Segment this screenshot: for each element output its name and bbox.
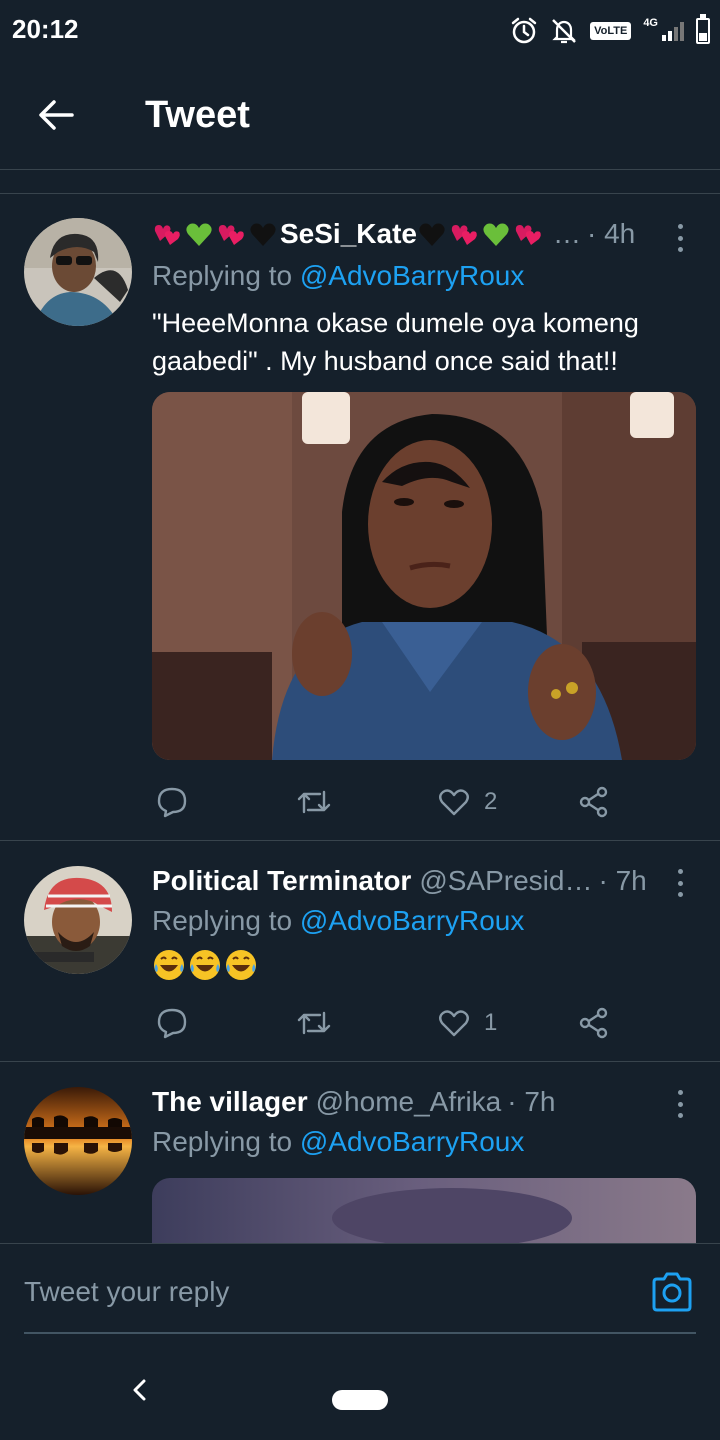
like-icon (439, 789, 469, 816)
tweet-media-image[interactable] (152, 1178, 696, 1243)
tweet-media-image[interactable] (152, 392, 696, 760)
retweet-icon (297, 790, 331, 814)
input-underline (24, 1332, 696, 1334)
retweet-button[interactable] (296, 1003, 332, 1043)
tweet-item[interactable]: The villager @home_Afrika · 7h Replying … (0, 1062, 720, 1243)
replying-to-label: Replying to (152, 1126, 300, 1157)
avatar[interactable] (24, 1087, 132, 1195)
timestamp: · 7h (598, 865, 647, 896)
replying-to: Replying to @AdvoBarryRoux (152, 905, 524, 937)
laughing-emoji (154, 950, 184, 980)
camera-button[interactable] (650, 1272, 694, 1312)
battery-icon (696, 14, 710, 44)
like-count: 2 (484, 788, 498, 815)
signal-icon (662, 21, 684, 41)
mention-link[interactable]: @AdvoBarryRoux (300, 1126, 525, 1157)
tweet-header: The villager @home_Afrika · 7h (152, 1086, 660, 1118)
replying-to: Replying to @AdvoBarryRoux (152, 260, 524, 292)
tweet-item[interactable]: SeSi_Kate … · 4h Replying to @AdvoBarryR… (0, 194, 720, 841)
reply-button[interactable] (156, 1003, 188, 1043)
nav-back-button[interactable] (126, 1376, 154, 1404)
avatar[interactable] (24, 218, 132, 326)
back-arrow-icon (39, 100, 74, 130)
display-name[interactable]: Political Terminator (152, 865, 411, 897)
replying-to-label: Replying to (152, 905, 300, 936)
reply-input[interactable]: Tweet your reply (24, 1276, 229, 1308)
mention-link[interactable]: @AdvoBarryRoux (300, 905, 525, 936)
like-button[interactable]: 2 (438, 782, 497, 822)
name-emoji-decoration (417, 219, 545, 249)
tweet-item[interactable]: Political Terminator @SAPresid… · 7h Rep… (0, 841, 720, 1062)
timestamp: · 4h (586, 218, 636, 249)
reply-icon (157, 787, 187, 818)
nav-back-icon (133, 1379, 146, 1401)
retweet-button[interactable] (296, 782, 332, 822)
camera-icon (652, 1272, 692, 1312)
status-bar: 20:12 VoLTE 4G (0, 0, 720, 60)
share-button[interactable] (578, 1003, 610, 1043)
page-title: Tweet (145, 94, 250, 136)
name-emoji-decoration (152, 219, 280, 249)
share-icon (579, 1007, 608, 1039)
back-button[interactable] (28, 90, 84, 140)
network-type: 4G (643, 17, 658, 29)
laughing-emoji (190, 950, 220, 980)
avatar[interactable] (24, 866, 132, 974)
volte-badge: VoLTE (590, 22, 632, 40)
mention-link[interactable]: @AdvoBarryRoux (300, 260, 525, 291)
reply-composer: Tweet your reply (0, 1243, 720, 1340)
more-icon[interactable] (670, 1086, 690, 1122)
status-icons: VoLTE 4G (510, 14, 710, 48)
top-app-bar: Tweet (0, 60, 720, 170)
handle: … (552, 218, 581, 249)
laughing-emoji (226, 950, 256, 980)
reply-icon (157, 1008, 187, 1039)
tweet-text: "HeeeMonna okase dumele oya komeng gaabe… (152, 308, 639, 376)
share-button[interactable] (578, 782, 610, 822)
replying-to: Replying to @AdvoBarryRoux (152, 1126, 524, 1158)
tweet-actions: 1 (152, 1003, 690, 1043)
like-button[interactable]: 1 (438, 1003, 497, 1043)
status-time: 20:12 (12, 14, 79, 44)
alarm-icon (511, 17, 537, 44)
more-icon[interactable] (670, 220, 690, 256)
tweet-header: SeSi_Kate … · 4h (152, 218, 660, 250)
tweet-header: Political Terminator @SAPresid… · 7h (152, 865, 660, 897)
timestamp: · 7h (507, 1086, 556, 1117)
tweet-text: 😂😂😂 (152, 947, 260, 983)
like-count: 1 (484, 1009, 498, 1036)
share-icon (579, 786, 608, 818)
bell-off-icon (552, 19, 576, 44)
like-icon (439, 1010, 469, 1037)
display-name[interactable]: SeSi_Kate (280, 218, 417, 250)
more-icon[interactable] (670, 865, 690, 901)
tweet-actions: 2 (152, 782, 690, 822)
retweet-icon (297, 1011, 331, 1035)
system-navigation-bar (0, 1340, 720, 1440)
home-pill[interactable] (332, 1390, 388, 1410)
reply-button[interactable] (156, 782, 188, 822)
display-name[interactable]: The villager (152, 1086, 308, 1118)
replying-to-label: Replying to (152, 260, 300, 291)
handle: @SAPresid… (419, 865, 593, 896)
handle: @home_Afrika (315, 1086, 502, 1117)
